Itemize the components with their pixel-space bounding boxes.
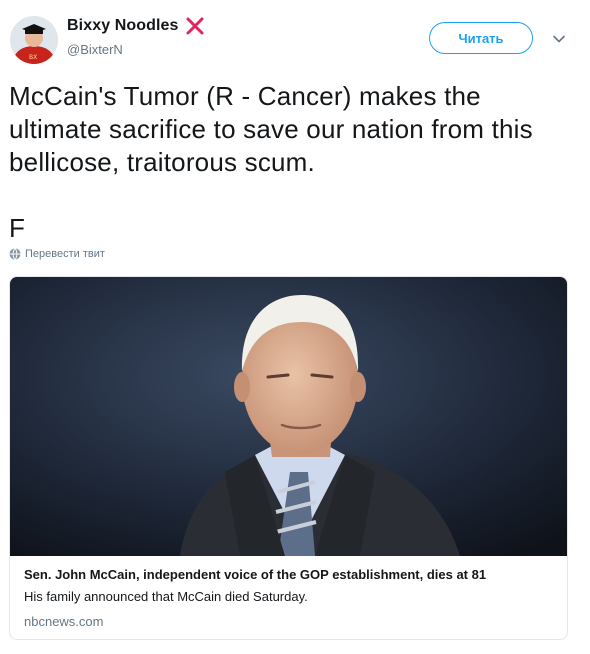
tweet-tail: F (9, 213, 26, 243)
card-domain: nbcnews.com (24, 614, 104, 629)
avatar-image: BX (10, 16, 58, 64)
card-description: His family announced that McCain died Sa… (24, 589, 308, 604)
author-handle[interactable]: @BixterN (67, 42, 123, 57)
author-name-row[interactable]: Bixxy Noodles (67, 16, 205, 36)
follow-button[interactable]: Читать (429, 22, 533, 54)
card-title[interactable]: Sen. John McCain, independent voice of t… (24, 567, 554, 582)
red-x-icon (186, 17, 204, 35)
link-card[interactable]: Sen. John McCain, independent voice of t… (9, 276, 568, 640)
svg-text:BX: BX (29, 54, 37, 61)
globe-icon (9, 248, 21, 260)
card-image (10, 277, 567, 556)
translate-label[interactable]: Перевести твит (25, 248, 105, 260)
tweet-body: McCain's Tumor (R - Cancer) makes the ul… (9, 81, 533, 177)
tweet-text: McCain's Tumor (R - Cancer) makes the ul… (9, 80, 579, 245)
chevron-down-icon[interactable] (552, 32, 566, 46)
card-body[interactable]: Sen. John McCain, independent voice of t… (24, 567, 554, 629)
avatar[interactable]: BX (10, 16, 58, 64)
author-display-name[interactable]: Bixxy Noodles (67, 17, 179, 35)
translate-link[interactable]: Перевести твит (9, 248, 105, 260)
